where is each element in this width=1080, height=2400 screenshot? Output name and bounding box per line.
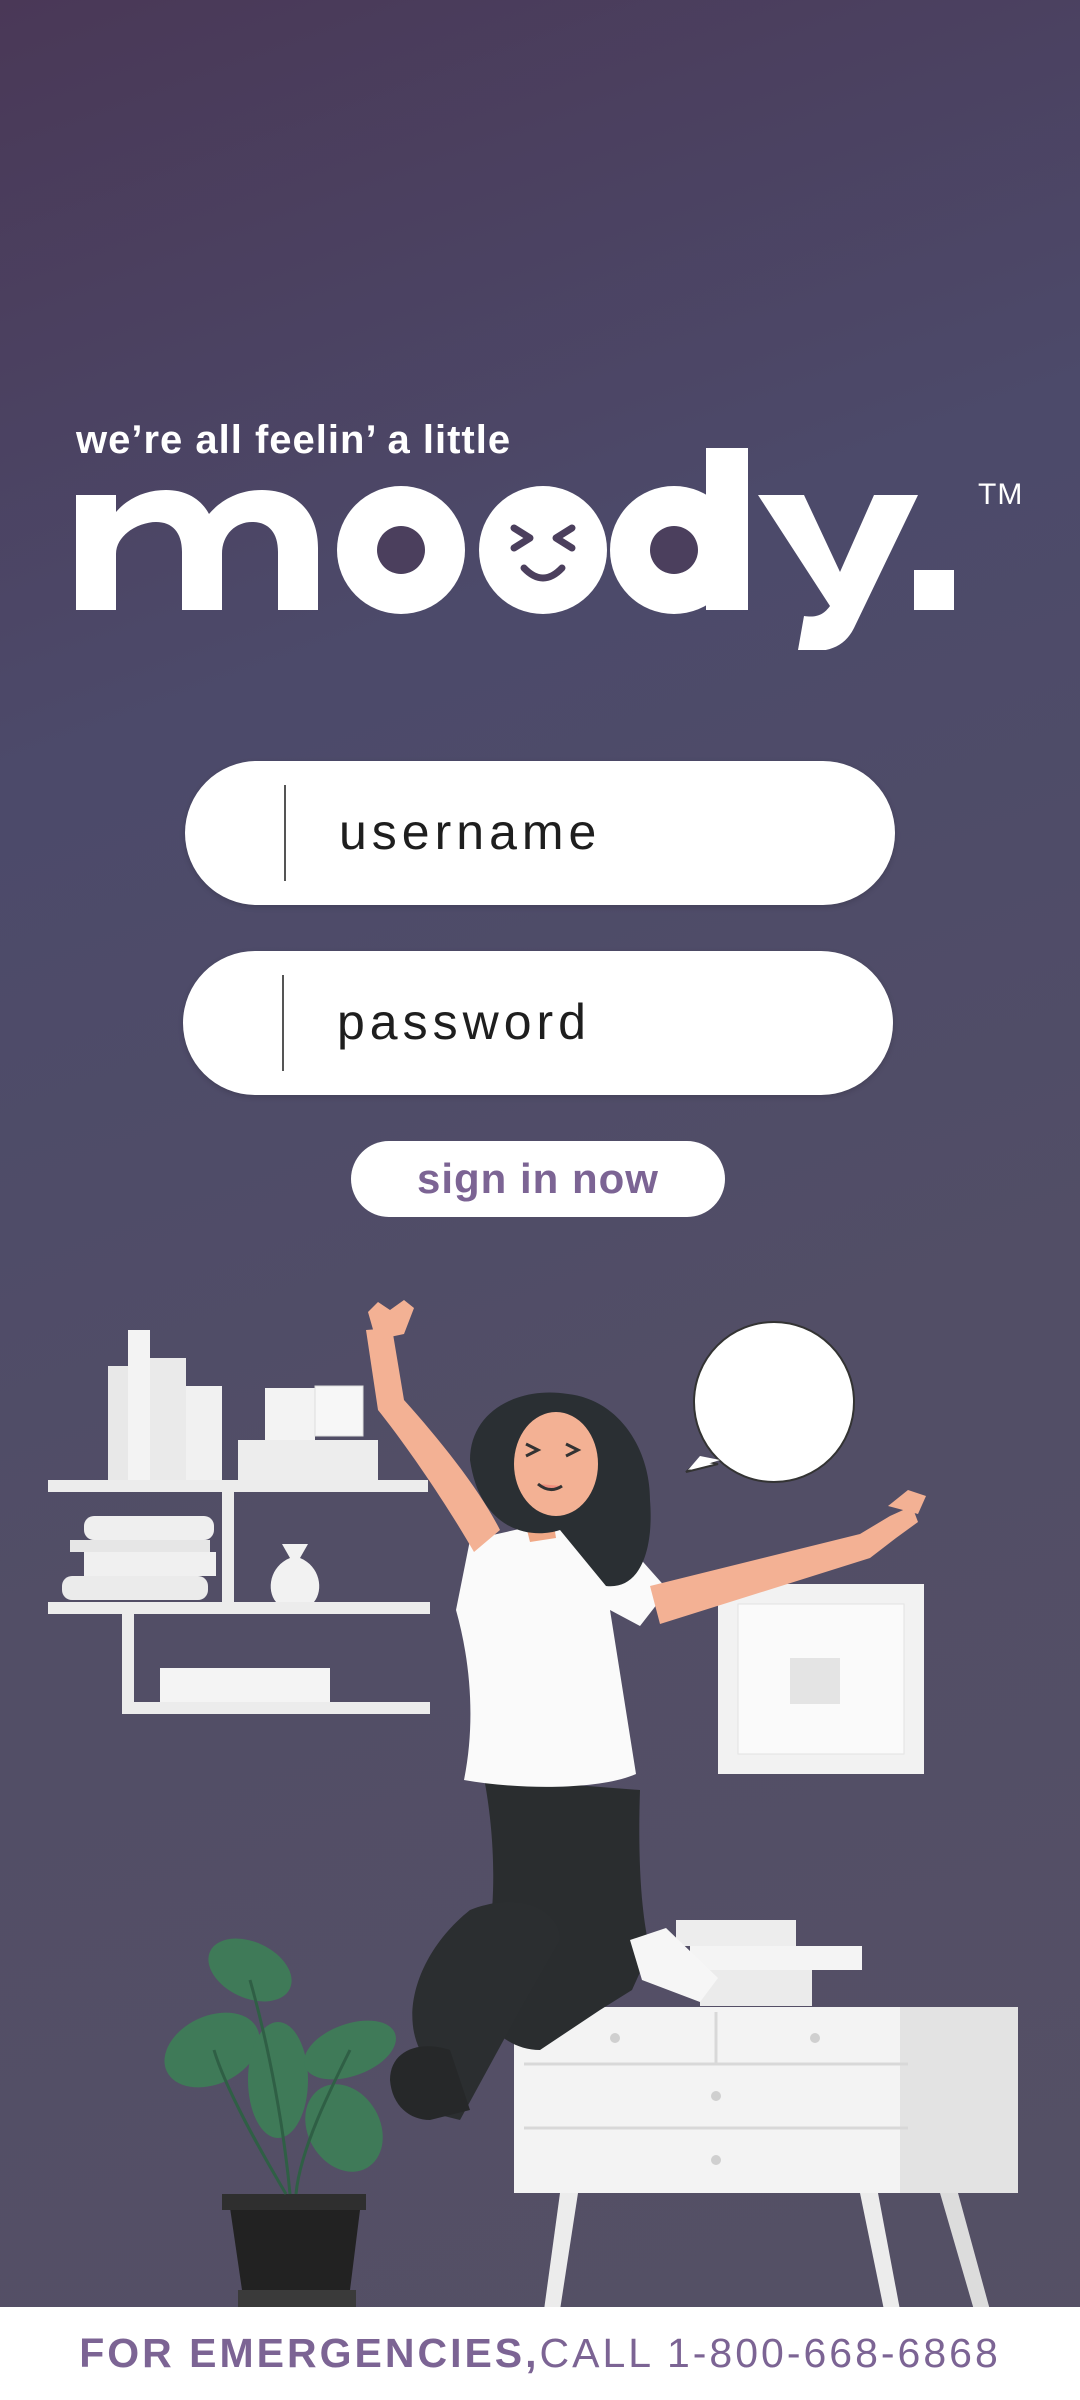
- username-placeholder: username: [339, 804, 602, 860]
- emergency-footer: FOR EMERGENCIES, CALL 1-800-668-6868: [0, 2307, 1080, 2400]
- text-cursor: [284, 785, 286, 881]
- trademark: TM: [978, 478, 1024, 511]
- sign-in-button[interactable]: sign in now: [351, 1141, 725, 1217]
- celebration-illustration: [48, 1300, 1018, 2310]
- picture-frame: [718, 1584, 924, 1774]
- plant: [164, 1938, 396, 2310]
- text-cursor: [282, 975, 284, 1071]
- brand-logo: [76, 448, 954, 650]
- username-field[interactable]: username: [185, 761, 895, 905]
- emergency-phone[interactable]: CALL 1-800-668-6868: [540, 2330, 1001, 2377]
- password-placeholder: password: [337, 994, 591, 1050]
- emergency-prefix: FOR EMERGENCIES,: [79, 2330, 540, 2376]
- speech-bubble-icon: [685, 1321, 855, 1483]
- password-field[interactable]: password: [183, 951, 893, 1095]
- wall-shelves: [48, 1330, 430, 1714]
